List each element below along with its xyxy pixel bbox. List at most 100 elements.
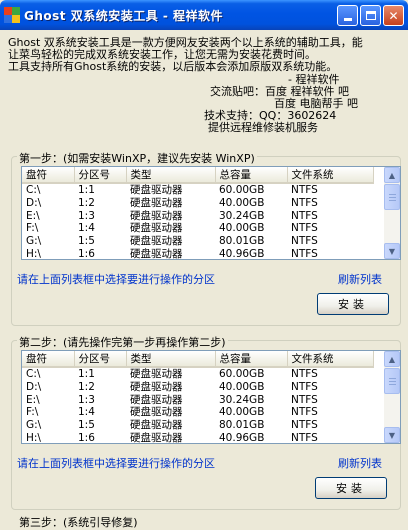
cell: NTFS <box>291 184 318 196</box>
cell: E:\ <box>26 393 40 406</box>
column-header[interactable]: 分区号 <box>74 351 127 368</box>
intro-line-3: 工具支持所有Ghost系统的安装，以后版本会添加原版双系统功能。 <box>8 60 338 73</box>
cell: NTFS <box>291 196 318 209</box>
maximize-button[interactable] <box>360 5 381 26</box>
table-row[interactable]: G:\ 1:5 硬盘驱动器 80.01GB NTFS <box>22 235 373 248</box>
table-row[interactable]: H:\ 1:6 硬盘驱动器 40.96GB NTFS <box>22 247 373 260</box>
step2-refresh-link[interactable]: 刷新列表 <box>338 455 382 471</box>
cell: NTFS <box>291 209 318 222</box>
table-row[interactable]: E:\ 1:3 硬盘驱动器 30.24GB NTFS <box>22 210 373 223</box>
cell: NTFS <box>291 380 318 393</box>
step2-legend: 第二步：(请先操作完第一步再操作第二步) <box>17 334 228 350</box>
column-header[interactable]: 总容量 <box>215 351 288 368</box>
cell: 1:3 <box>78 209 95 222</box>
step1-group: 第一步：(如需安装WinXP，建议先安装 WinXP) 盘符 分区号 类型 总容… <box>11 150 401 326</box>
cell: 1:2 <box>78 380 95 393</box>
table-row[interactable]: F:\ 1:4 硬盘驱动器 40.00GB NTFS <box>22 406 373 419</box>
window-title: Ghost 双系统安装工具 - 程祥软件 <box>24 9 224 23</box>
list-header: 盘符 分区号 类型 总容量 文件系统 <box>22 351 374 368</box>
step2-partition-list[interactable]: 盘符 分区号 类型 总容量 文件系统 C:\ 1:1 硬盘驱动器 60.00GB NTF… <box>21 350 401 444</box>
cell: 硬盘驱动器 <box>130 419 183 432</box>
cell: 40.00GB <box>219 196 265 209</box>
cell: 硬盘驱动器 <box>130 393 183 406</box>
cell: 40.00GB <box>219 222 265 235</box>
cell: NTFS <box>291 431 318 444</box>
cell: 硬盘驱动器 <box>130 406 183 419</box>
cell: 40.96GB <box>219 431 265 444</box>
column-header[interactable]: 分区号 <box>74 167 127 184</box>
vertical-scrollbar[interactable]: ▲ ▼ <box>384 167 400 259</box>
scroll-up-button[interactable]: ▲ <box>384 351 400 367</box>
contact-info: - 程祥软件 交流贴吧：百度 程祥软件 吧 百度 电脑帮手 吧 技术支持：QQ：… <box>200 74 400 134</box>
cell: 1:2 <box>78 196 95 209</box>
table-row[interactable]: C:\ 1:1 硬盘驱动器 60.00GB NTFS <box>22 183 373 197</box>
step2-install-button[interactable]: 安装 <box>315 477 387 499</box>
scroll-up-button[interactable]: ▲ <box>384 167 400 183</box>
step3-legend: 第三步：(系统引导修复) <box>19 516 138 529</box>
cell: F:\ <box>26 406 39 419</box>
partition-table: 盘符 分区号 类型 总容量 文件系统 C:\ 1:1 硬盘驱动器 60.00GB NTF… <box>22 167 374 260</box>
cell: 80.01GB <box>219 235 265 248</box>
vertical-scrollbar[interactable]: ▲ ▼ <box>384 351 400 443</box>
cell: 1:1 <box>78 368 95 380</box>
column-header[interactable]: 类型 <box>126 167 216 184</box>
cell: 硬盘驱动器 <box>130 431 183 444</box>
cell: 1:5 <box>78 235 95 248</box>
step1-legend: 第一步：(如需安装WinXP，建议先安装 WinXP) <box>17 150 257 166</box>
cell: NTFS <box>291 393 318 406</box>
close-button[interactable]: ✕ <box>383 5 404 26</box>
column-header[interactable]: 盘符 <box>22 167 75 184</box>
table-row[interactable]: F:\ 1:4 硬盘驱动器 40.00GB NTFS <box>22 222 373 235</box>
cell: 80.01GB <box>219 419 265 432</box>
table-row[interactable]: G:\ 1:5 硬盘驱动器 80.01GB NTFS <box>22 419 373 432</box>
table-row[interactable]: E:\ 1:3 硬盘驱动器 30.24GB NTFS <box>22 394 373 407</box>
table-row[interactable]: D:\ 1:2 硬盘驱动器 40.00GB NTFS <box>22 381 373 394</box>
table-row[interactable]: C:\ 1:1 硬盘驱动器 60.00GB NTFS <box>22 367 373 381</box>
cell: 硬盘驱动器 <box>130 196 183 209</box>
column-header[interactable]: 总容量 <box>215 167 288 184</box>
cell: 1:6 <box>78 431 95 444</box>
column-header[interactable]: 类型 <box>126 351 216 368</box>
cell: 硬盘驱动器 <box>130 235 183 248</box>
step1-partition-list[interactable]: 盘符 分区号 类型 总容量 文件系统 C:\ 1:1 硬盘驱动器 60.00GB NTF… <box>21 166 401 260</box>
cell: 硬盘驱动器 <box>130 368 183 380</box>
windows-flag-icon <box>4 7 20 23</box>
cell: 40.00GB <box>219 380 265 393</box>
cell: G:\ <box>26 235 42 248</box>
chevron-up-icon: ▲ <box>388 170 396 180</box>
minimize-button[interactable] <box>337 5 358 26</box>
cell: C:\ <box>26 184 41 196</box>
cell: NTFS <box>291 247 318 260</box>
step1-refresh-link[interactable]: 刷新列表 <box>338 271 382 287</box>
cell: 30.24GB <box>219 209 265 222</box>
service-label: 提供远程维修装机服务 <box>208 121 318 134</box>
partition-table: 盘符 分区号 类型 总容量 文件系统 C:\ 1:1 硬盘驱动器 60.00GB NTF… <box>22 351 374 444</box>
cell: 60.00GB <box>219 184 265 196</box>
table-row[interactable]: H:\ 1:6 硬盘驱动器 40.96GB NTFS <box>22 431 373 444</box>
cell: 硬盘驱动器 <box>130 247 183 260</box>
scroll-thumb[interactable] <box>384 368 400 394</box>
close-icon: ✕ <box>388 8 399 23</box>
cell: 40.96GB <box>219 247 265 260</box>
column-header[interactable]: 文件系统 <box>287 351 374 368</box>
cell: G:\ <box>26 419 42 432</box>
chevron-up-icon: ▲ <box>388 354 396 364</box>
step1-install-button[interactable]: 安装 <box>317 293 389 315</box>
step2-hint: 请在上面列表框中选择要进行操作的分区 <box>17 457 215 470</box>
minimize-icon <box>343 18 352 21</box>
scroll-down-button[interactable]: ▼ <box>384 243 400 259</box>
scroll-thumb[interactable] <box>384 184 400 210</box>
cell: D:\ <box>26 196 42 209</box>
cell: 40.00GB <box>219 406 265 419</box>
cell: 1:6 <box>78 247 95 260</box>
cell: 30.24GB <box>219 393 265 406</box>
column-header[interactable]: 文件系统 <box>287 167 374 184</box>
scroll-down-button[interactable]: ▼ <box>384 427 400 443</box>
chevron-down-icon: ▼ <box>388 430 396 440</box>
title-bar[interactable]: Ghost 双系统安装工具 - 程祥软件 ✕ <box>0 0 408 30</box>
column-header[interactable]: 盘符 <box>22 351 75 368</box>
cell: NTFS <box>291 222 318 235</box>
cell: H:\ <box>26 431 41 444</box>
table-row[interactable]: D:\ 1:2 硬盘驱动器 40.00GB NTFS <box>22 197 373 210</box>
cell: H:\ <box>26 247 41 260</box>
